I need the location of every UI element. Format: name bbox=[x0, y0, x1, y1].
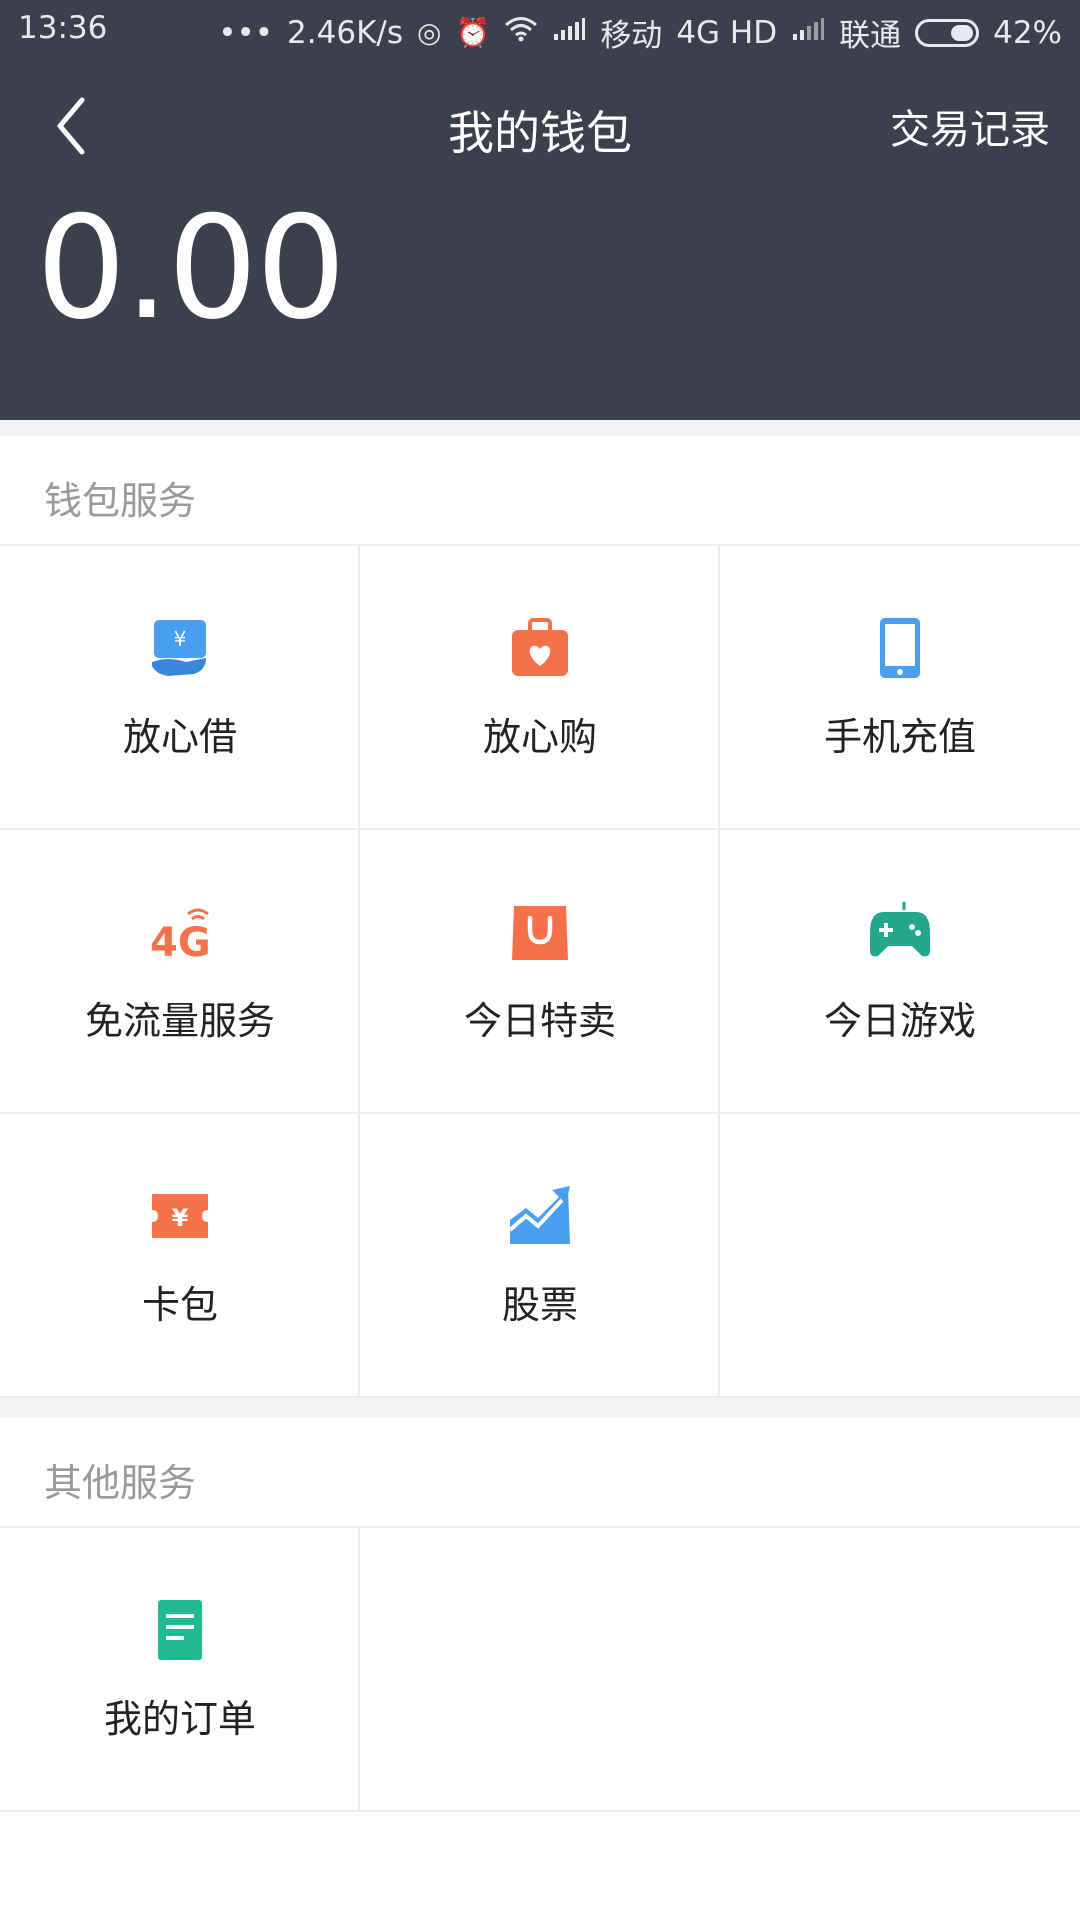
service-label: 今日特卖 bbox=[463, 999, 616, 1043]
battery-level: 42% bbox=[993, 14, 1062, 51]
other-services-grid: 我的订单 bbox=[0, 1528, 1080, 1812]
wallet-header: 13:36 ••• 2.46K/s ◎ ⏰ 移动 4G HD 联通 42% 我的… bbox=[0, 0, 1080, 420]
order-icon bbox=[158, 1600, 202, 1660]
service-label: 放心购 bbox=[482, 715, 597, 759]
service-label: 今日游戏 bbox=[823, 999, 976, 1043]
signal-icon-2 bbox=[791, 16, 825, 49]
status-bar: 13:36 ••• 2.46K/s ◎ ⏰ 移动 4G HD 联通 42% bbox=[0, 0, 1080, 62]
loan-icon: ¥ bbox=[152, 620, 206, 676]
empty-cell bbox=[720, 1114, 1080, 1398]
service-my-orders[interactable]: 我的订单 bbox=[0, 1528, 360, 1812]
service-phone-recharge[interactable]: 手机充值 bbox=[720, 546, 1080, 830]
signal-icon bbox=[552, 16, 586, 49]
network-speed: 2.46K/s bbox=[287, 14, 403, 51]
service-loan[interactable]: ¥ 放心借 bbox=[0, 546, 360, 830]
section-title: 钱包服务 bbox=[44, 479, 197, 523]
4g-icon: 4G bbox=[150, 908, 211, 964]
phone-icon bbox=[880, 618, 920, 678]
wallet-services-grid: ¥ 放心借 放心购 手机充值 4G 免流量服务 今日特卖 今日游戏 ¥ 卡包 股… bbox=[0, 546, 1080, 1398]
service-label: 免流量服务 bbox=[84, 999, 275, 1043]
svg-text:4G: 4G bbox=[150, 920, 211, 964]
carrier-1: 移动 bbox=[600, 18, 663, 54]
shopping-bag-heart-icon bbox=[512, 618, 568, 676]
stock-chart-icon bbox=[508, 1186, 570, 1244]
service-card-wallet[interactable]: ¥ 卡包 bbox=[0, 1114, 360, 1398]
service-label: 放心借 bbox=[122, 715, 237, 759]
transaction-records-link[interactable]: 交易记录 bbox=[890, 97, 1050, 155]
status-indicators: ••• 2.46K/s ◎ ⏰ 移动 4G HD 联通 42% bbox=[218, 10, 1062, 55]
coupon-icon: ¥ bbox=[152, 1194, 208, 1238]
service-label: 手机充值 bbox=[823, 715, 976, 759]
network-type: 4G HD bbox=[676, 14, 778, 51]
status-time: 13:36 bbox=[18, 10, 108, 46]
wifi-icon bbox=[504, 16, 538, 49]
alarm-icon: ⏰ bbox=[455, 16, 491, 49]
service-stocks[interactable]: 股票 bbox=[360, 1114, 720, 1398]
svg-text:¥: ¥ bbox=[172, 1204, 189, 1232]
shopping-bag-icon bbox=[512, 906, 568, 960]
service-label: 卡包 bbox=[141, 1283, 218, 1327]
service-shopping[interactable]: 放心购 bbox=[360, 546, 720, 830]
wallet-services-header: 钱包服务 bbox=[0, 436, 1080, 546]
service-daily-sale[interactable]: 今日特卖 bbox=[360, 830, 720, 1114]
hotspot-icon: ◎ bbox=[417, 16, 442, 49]
carrier-2: 联通 bbox=[839, 18, 902, 54]
other-services-header: 其他服务 bbox=[0, 1418, 1080, 1528]
service-free-data[interactable]: 4G 免流量服务 bbox=[0, 830, 360, 1114]
gamepad-icon bbox=[870, 902, 930, 957]
service-label: 我的订单 bbox=[103, 1697, 256, 1741]
notification-dots: ••• bbox=[218, 14, 274, 51]
wallet-balance: 0.00 bbox=[36, 186, 346, 351]
service-label: 股票 bbox=[501, 1283, 578, 1327]
service-daily-games[interactable]: 今日游戏 bbox=[720, 830, 1080, 1114]
section-divider bbox=[0, 420, 1080, 436]
svg-text:¥: ¥ bbox=[174, 627, 187, 651]
battery-icon bbox=[915, 18, 980, 47]
empty-cell bbox=[360, 1528, 1080, 1812]
section-divider bbox=[0, 1398, 1080, 1418]
section-title: 其他服务 bbox=[44, 1461, 197, 1505]
